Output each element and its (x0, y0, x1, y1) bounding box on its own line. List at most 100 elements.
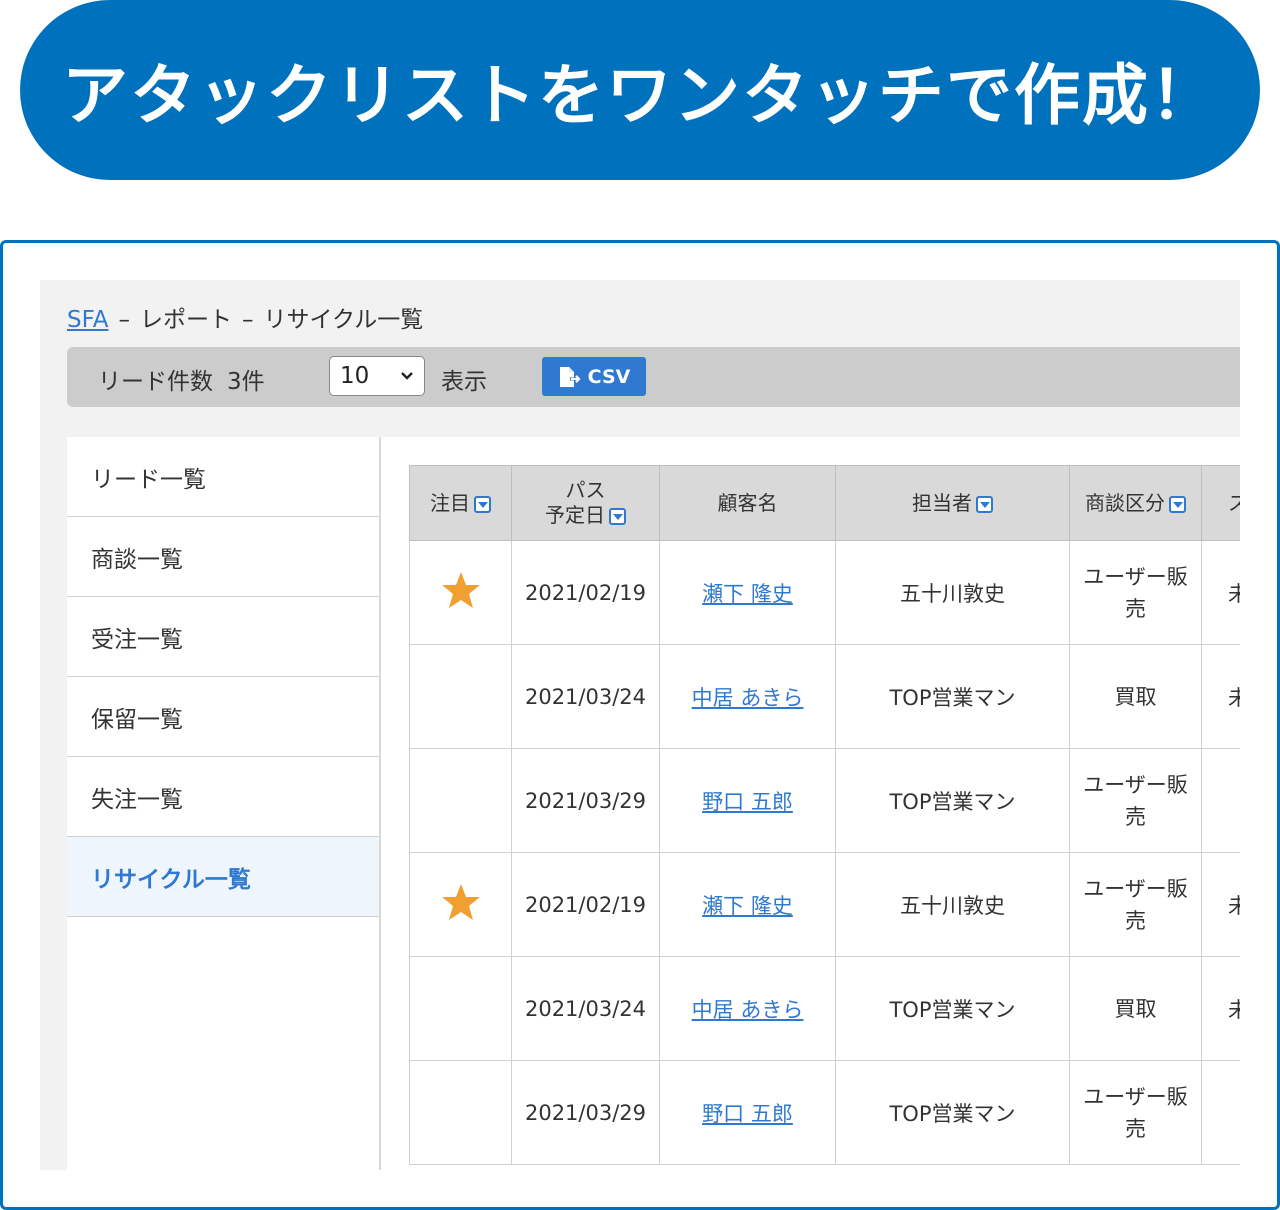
chevron-down-icon (401, 372, 413, 380)
sidebar-item-label: 商談一覧 (91, 546, 183, 573)
sidebar-item-hold-list[interactable]: 保留一覧 (67, 677, 379, 757)
attention-cell[interactable] (409, 644, 512, 749)
owner-cell: 五十川敦史 (835, 852, 1070, 957)
deal-type-line: 売 (1125, 596, 1146, 621)
lead-count-label: リード件数 (98, 369, 213, 395)
status-cell (1201, 1060, 1240, 1165)
column-header-attention[interactable]: 注目 (409, 465, 512, 541)
csv-button-label: CSV (587, 365, 631, 388)
customer-cell: 野口 五郎 (659, 1060, 836, 1165)
recycle-table: 注目 パス予定日 顧客名 担当者 商談区分 ス 2021/02/19 瀬下 隆史… (409, 465, 1240, 1165)
customer-cell: 瀬下 隆史 (659, 852, 836, 957)
deal-type-line: ユーザー販 (1083, 564, 1188, 589)
table-row[interactable]: 2021/03/29 野口 五郎 TOP営業マン ユーザー販売 (409, 1060, 1240, 1165)
date-cell: 2021/03/24 (511, 644, 660, 749)
column-header-label: 担当者 (912, 490, 972, 515)
customer-link[interactable]: 野口 五郎 (702, 1102, 793, 1126)
dropdown-triangle-icon[interactable] (609, 508, 626, 525)
star-icon[interactable] (441, 571, 481, 609)
status-cell: 未 (1201, 956, 1240, 1061)
owner-cell: TOP営業マン (835, 1060, 1070, 1165)
column-header-owner[interactable]: 担当者 (835, 465, 1070, 541)
dropdown-triangle-icon[interactable] (976, 495, 993, 513)
deal-type-cell: ユーザー販売 (1069, 540, 1202, 645)
customer-cell: 瀬下 隆史 (659, 540, 836, 645)
lead-count-value: 3件 (227, 369, 265, 395)
table-row[interactable]: 2021/03/29 野口 五郎 TOP営業マン ユーザー販売 (409, 748, 1240, 853)
lead-count: リード件数 3件 (98, 362, 265, 396)
attention-cell[interactable] (409, 852, 512, 957)
column-header-deal-type[interactable]: 商談区分 (1069, 465, 1202, 541)
deal-type-line: 買取 (1114, 684, 1157, 709)
per-page-suffix: 表示 (441, 369, 487, 395)
per-page-select[interactable]: 10 (329, 356, 425, 396)
sidebar-item-label: 失注一覧 (91, 786, 183, 813)
file-export-icon (559, 366, 581, 387)
deal-type-line: 売 (1125, 908, 1146, 933)
sidebar-item-label: リード一覧 (91, 466, 206, 493)
column-header-status[interactable]: ス (1201, 465, 1240, 541)
deal-type-line: 買取 (1114, 996, 1157, 1021)
breadcrumb-separator: – (241, 307, 254, 333)
dropdown-triangle-icon[interactable] (474, 495, 491, 513)
owner-cell: 五十川敦史 (835, 540, 1070, 645)
owner-cell: TOP営業マン (835, 956, 1070, 1061)
customer-link[interactable]: 中居 あきら (692, 998, 804, 1022)
customer-cell: 中居 あきら (659, 956, 836, 1061)
breadcrumb-report: レポート (139, 307, 232, 333)
status-cell: 未 (1201, 644, 1240, 749)
status-cell: 未 (1201, 852, 1240, 957)
column-header-customer[interactable]: 顧客名 (659, 465, 836, 541)
star-icon[interactable] (441, 883, 481, 921)
deal-type-cell: 買取 (1069, 956, 1202, 1061)
sidebar-item-label: 受注一覧 (91, 626, 183, 653)
sidebar-item-lost-list[interactable]: 失注一覧 (67, 757, 379, 837)
sidebar-item-label: 保留一覧 (91, 706, 183, 733)
column-header-label: 商談区分 (1085, 490, 1165, 515)
banner-title: アタックリストをワンタッチで作成！ (62, 57, 1218, 134)
dropdown-triangle-icon[interactable] (1169, 495, 1186, 513)
attention-cell[interactable] (409, 748, 512, 853)
status-cell (1201, 748, 1240, 853)
attention-cell[interactable] (409, 1060, 512, 1165)
column-header-label: 注目 (430, 490, 470, 515)
customer-link[interactable]: 瀬下 隆史 (702, 894, 793, 918)
date-cell: 2021/02/19 (511, 540, 660, 645)
column-header-label: パス (565, 478, 606, 502)
deal-type-line: ユーザー販 (1083, 876, 1188, 901)
sidebar-item-order-list[interactable]: 受注一覧 (67, 597, 379, 677)
screenshot-frame: SFA–レポート–リサイクル一覧 リード件数3件 10 表示 CSV (0, 240, 1280, 1210)
list-toolbar: リード件数 3件 10 表示 CSV (67, 347, 1240, 407)
sidebar-item-deal-list[interactable]: 商談一覧 (67, 517, 379, 597)
customer-cell: 中居 あきら (659, 644, 836, 749)
sidebar-nav: リード一覧 商談一覧 受注一覧 保留一覧 失注一覧 リサイクル一覧 (67, 437, 381, 1170)
date-cell: 2021/03/29 (511, 1060, 660, 1165)
sidebar-item-recycle-list[interactable]: リサイクル一覧 (67, 837, 379, 917)
deal-type-line: ユーザー販 (1083, 1084, 1188, 1109)
table-row[interactable]: 2021/03/24 中居 あきら TOP営業マン 買取 未 (409, 644, 1240, 749)
table-row[interactable]: 2021/03/24 中居 あきら TOP営業マン 買取 未 (409, 956, 1240, 1061)
csv-export-button[interactable]: CSV (542, 357, 646, 396)
column-header-pass-date[interactable]: パス 予定日 (511, 465, 660, 541)
column-header-label: 顧客名 (717, 490, 778, 515)
deal-type-line: 売 (1125, 804, 1146, 829)
breadcrumb-current: リサイクル一覧 (263, 307, 424, 333)
deal-type-cell: 買取 (1069, 644, 1202, 749)
sidebar-item-lead-list[interactable]: リード一覧 (67, 437, 379, 517)
table-row[interactable]: 2021/02/19 瀬下 隆史 五十川敦史 ユーザー販売 未 (409, 852, 1240, 957)
attention-cell[interactable] (409, 540, 512, 645)
customer-link[interactable]: 野口 五郎 (702, 790, 793, 814)
per-page-value: 10 (340, 363, 370, 389)
date-cell: 2021/03/24 (511, 956, 660, 1061)
table-row[interactable]: 2021/02/19 瀬下 隆史 五十川敦史 ユーザー販売 未 (409, 540, 1240, 645)
attention-cell[interactable] (409, 956, 512, 1061)
main-content: 注目 パス予定日 顧客名 担当者 商談区分 ス 2021/02/19 瀬下 隆史… (381, 437, 1240, 1170)
customer-link[interactable]: 瀬下 隆史 (702, 582, 793, 606)
breadcrumb-separator: – (118, 307, 130, 333)
customer-link[interactable]: 中居 あきら (692, 686, 804, 710)
deal-type-line: 売 (1125, 1116, 1146, 1141)
deal-type-cell: ユーザー販売 (1069, 852, 1202, 957)
promo-banner: アタックリストをワンタッチで作成！ (20, 0, 1260, 180)
deal-type-line: ユーザー販 (1083, 772, 1188, 797)
breadcrumb-link-sfa[interactable]: SFA (67, 307, 108, 333)
